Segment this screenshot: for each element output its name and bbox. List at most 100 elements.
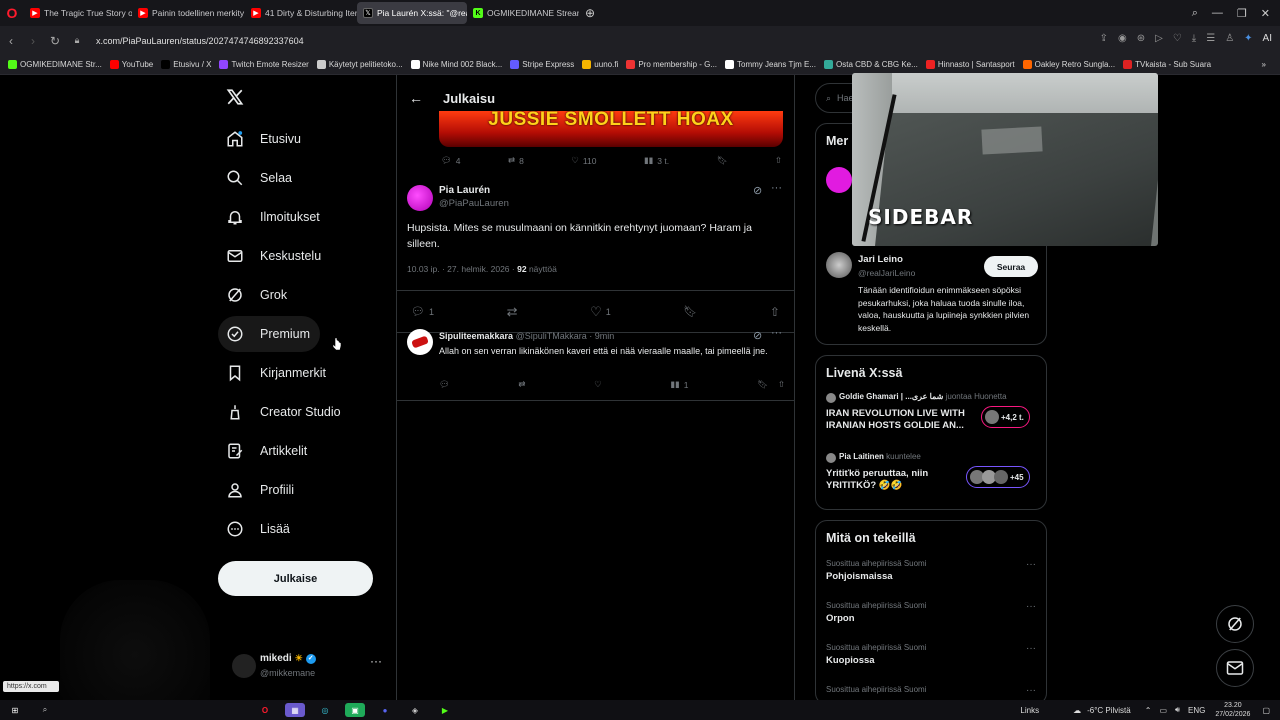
menu-icon[interactable]: ☰ (1206, 33, 1215, 44)
avatar[interactable] (407, 329, 433, 355)
app-icon-3[interactable]: ◈ (405, 703, 425, 717)
edge-icon[interactable]: ◎ (315, 703, 335, 717)
views-button[interactable]: ▮▮ 3 t. (644, 155, 669, 166)
sidebar-item-grok[interactable]: Grok (218, 277, 297, 313)
messages-fab-button[interactable] (1216, 649, 1254, 687)
tab-4[interactable]: KOGMIKEDIMANE Stream✕ (467, 2, 579, 24)
live-item[interactable]: Pia Laitinen kuuntelee Yritiťkö peruuttaa… (826, 452, 1038, 507)
like-button[interactable]: ♡ 1 (590, 304, 611, 320)
sidebar-item-ilmoitukset[interactable]: Ilmoitukset (218, 199, 330, 235)
download-icon[interactable]: ⤓ (1192, 33, 1196, 44)
volume-icon[interactable]: 🔊︎ (1175, 705, 1180, 715)
reply-author-handle[interactable]: @SipuliTMakkara · 9min (516, 331, 615, 341)
avatar[interactable] (407, 185, 433, 211)
trend-item[interactable]: Suosittua aihepiirissä Suomi Orpon ··· (826, 601, 1038, 624)
search-tabs-icon[interactable]: ⌕ (1192, 7, 1198, 20)
author-handle[interactable]: @PiaPauLauren (439, 198, 509, 209)
reply-button[interactable]: 💬︎ 1 (411, 305, 434, 318)
reload-icon[interactable]: ↻ (44, 34, 66, 48)
sidebar-item-selaa[interactable]: Selaa (218, 160, 302, 196)
discord-icon[interactable]: ● (375, 703, 395, 717)
more-dots-icon[interactable]: ··· (771, 327, 782, 339)
share-button[interactable]: ⇧ (775, 155, 782, 166)
close-window-icon[interactable]: ✕ (1261, 7, 1270, 20)
notification-icon[interactable]: ▢ (1262, 706, 1270, 715)
opera-icon[interactable]: O (255, 703, 275, 717)
views-button[interactable]: ▮▮ 1 (670, 379, 688, 390)
minimize-icon[interactable]: — (1212, 7, 1223, 19)
bookmark-icon[interactable]: 🔖︎ (757, 379, 768, 390)
repost-button[interactable]: ⇄ 8 (508, 155, 524, 166)
windows-start-icon[interactable]: ⊞ (5, 703, 25, 717)
post-button[interactable]: Julkaise (218, 561, 373, 596)
sidebar-item-kirjanmerkit[interactable]: Kirjanmerkit (218, 355, 336, 391)
tweet-time[interactable]: 10.03 ip. · 27. helmik. 2026 · (407, 264, 515, 274)
bookmark-item[interactable]: TVkaista - Sub Suara (1123, 60, 1211, 69)
x-logo-icon[interactable] (226, 88, 246, 108)
heart-icon[interactable]: ♡ (1173, 33, 1182, 44)
tray-chevron-icon[interactable]: ⌃ (1145, 706, 1152, 715)
previous-post-image[interactable]: JUSSIE SMOLLETT HOAX (439, 111, 783, 147)
follow-handle[interactable]: @realJariLeino (858, 268, 915, 278)
language-indicator[interactable]: ENG (1188, 706, 1205, 715)
sidebar-item-lis-[interactable]: Lisää (218, 511, 300, 547)
bookmark-item[interactable]: Osta CBD & CBG Ke... (824, 60, 918, 69)
search-icon[interactable]: ⌕ (35, 703, 55, 717)
sidebar-item-etusivu[interactable]: Etusivu (218, 121, 311, 157)
play-icon[interactable]: ▷ (1155, 33, 1163, 44)
more-dots-icon[interactable]: ··· (1026, 685, 1036, 696)
avatar[interactable] (826, 252, 852, 278)
reply-button[interactable]: 💬︎ (439, 379, 450, 390)
repost-button[interactable]: ⇄ (518, 379, 525, 390)
bookmark-item[interactable]: Stripe Express (510, 60, 574, 69)
camera-icon[interactable]: ◉ (1118, 33, 1127, 44)
sidebar-item-premium[interactable]: Premium (218, 316, 321, 352)
weather-text[interactable]: -6°C Pilvistä (1087, 706, 1131, 715)
trend-item[interactable]: Suosittua aihepiirissä Suomi ··· (826, 685, 1038, 697)
author-name[interactable]: Pia Laurén (439, 185, 490, 196)
bookmark-item[interactable]: Pro membership - G... (626, 60, 717, 69)
trend-item[interactable]: Suosittua aihepiirissä Suomi Pohjoismaiss… (826, 559, 1038, 582)
bookmark-item[interactable]: Tommy Jeans Tjm E... (725, 60, 816, 69)
tab-0[interactable]: ▶ The Tragic True Story of Ju (24, 2, 132, 24)
bookmark-item[interactable]: YouTube (109, 60, 153, 69)
grok-fab-button[interactable] (1216, 605, 1254, 643)
follow-name[interactable]: Jari Leino (858, 254, 903, 265)
grok-icon[interactable]: ⊘ (753, 329, 762, 342)
grok-icon[interactable]: ⊘ (753, 184, 762, 197)
more-dots-icon[interactable]: ··· (1026, 643, 1036, 654)
more-dots-icon[interactable]: ··· (1026, 601, 1036, 612)
opera-logo-icon[interactable]: O (0, 0, 24, 26)
bookmark-button[interactable]: 🔖︎ (717, 155, 728, 166)
forward-icon[interactable]: › (22, 34, 44, 48)
app-icon-2[interactable]: ▣ (345, 703, 365, 717)
bookmark-item[interactable]: Hinnasto | Santasport (925, 60, 1015, 69)
reply-tweet[interactable]: Sipuliteemakkara @SipuliTMakkara · 9min … (397, 320, 794, 401)
reply-button[interactable]: 💬︎ 4 (441, 155, 461, 166)
links-toolbar[interactable]: Links (1020, 706, 1039, 715)
reply-author-name[interactable]: Sipuliteemakkara (439, 331, 513, 341)
repost-button[interactable]: ⇄ (507, 304, 518, 320)
bookmark-item[interactable]: Twitch Emote Resizer (219, 60, 309, 69)
back-arrow-icon[interactable]: ← (409, 90, 423, 106)
bookmark-item[interactable]: Oakley Retro Sungla... (1022, 60, 1115, 69)
more-bookmarks-icon[interactable]: » (1262, 60, 1266, 69)
maximize-icon[interactable]: ❐ (1237, 7, 1247, 20)
account-switcher[interactable]: mikedi ☀ ✓ @mikkemane ··· (232, 650, 382, 686)
more-dots-icon[interactable]: ··· (771, 182, 782, 194)
bookmark-item[interactable]: Etusivu / X (161, 60, 211, 69)
tab-2[interactable]: ▶ 41 Dirty & Disturbing Item (245, 2, 357, 24)
clock[interactable]: 23.20 27/02/2026 (1215, 701, 1250, 719)
share-button[interactable]: ⇧ (770, 305, 780, 319)
vpn-icon[interactable]: ⊛ (1137, 33, 1145, 44)
url-field[interactable]: x.com/PiaPauLauren/status/20274747468923… (96, 36, 304, 46)
live-item[interactable]: Goldie Ghamari | ...شما عرى juontaa Huon… (826, 392, 1038, 447)
network-icon[interactable]: ▭ (1159, 706, 1167, 715)
profile-icon[interactable]: ♙ (1225, 33, 1234, 44)
bookmark-button[interactable]: 🔖︎ (683, 305, 697, 318)
sidebar-item-profiili[interactable]: Profiili (218, 472, 304, 508)
ai-icon[interactable]: AI (1263, 33, 1272, 44)
like-button[interactable]: ♡ 110 (571, 155, 596, 166)
bookmark-item[interactable]: Nike Mind 002 Black... (410, 60, 502, 69)
follow-button[interactable]: Seuraa (984, 256, 1038, 277)
